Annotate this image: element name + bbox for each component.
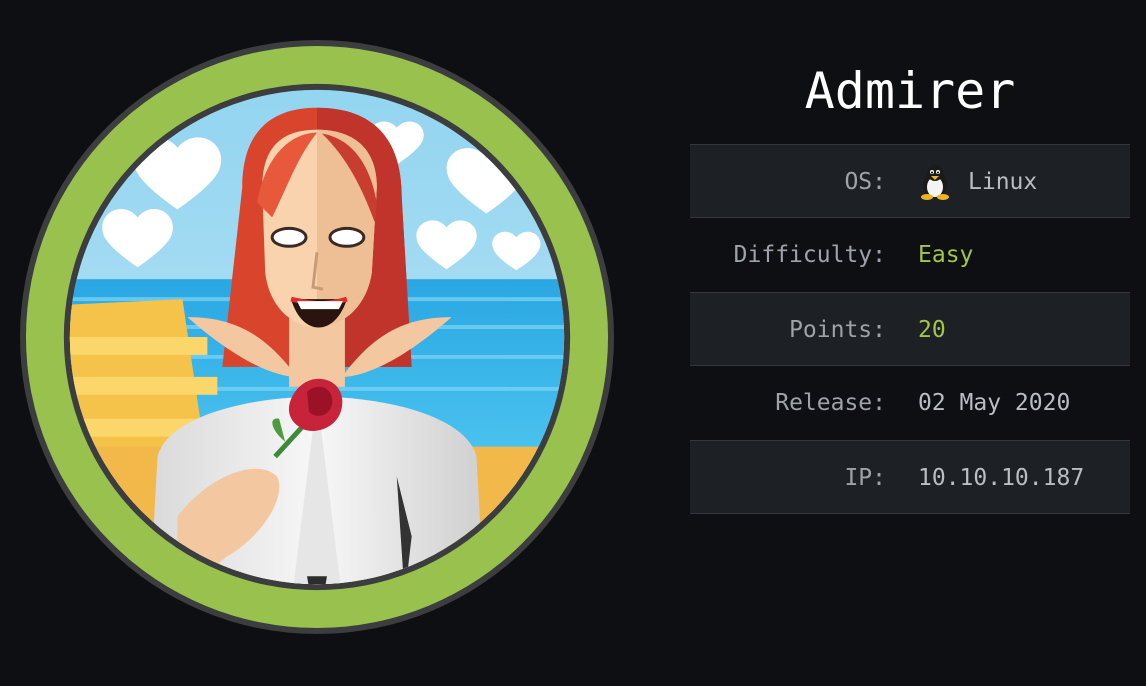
os-value: Linux [918, 145, 1037, 219]
points-label: Points: [789, 317, 886, 343]
stat-row-os: OS: Linux [690, 144, 1130, 218]
difficulty-label: Difficulty: [733, 242, 886, 268]
release-label: Release: [775, 390, 886, 416]
release-value: 02 May 2020 [918, 390, 1071, 416]
ip-value: 10.10.10.187 [918, 465, 1085, 491]
stat-row-release: Release: 02 May 2020 [690, 366, 1130, 440]
os-label: OS: [844, 169, 886, 195]
machine-stats-table: OS: Linux Difficulty: Easy Points: 20 Re… [690, 144, 1130, 514]
machine-avatar [18, 38, 616, 636]
difficulty-value: Easy [918, 242, 974, 268]
stat-row-ip: IP: 10.10.10.187 [690, 440, 1130, 514]
points-value: 20 [918, 317, 946, 343]
machine-name: Admirer [804, 62, 1016, 120]
tux-penguin-icon [918, 164, 952, 200]
os-name: Linux [968, 169, 1038, 195]
ip-label: IP: [844, 465, 886, 491]
stat-row-points: Points: 20 [690, 292, 1130, 366]
stat-row-difficulty: Difficulty: Easy [690, 218, 1130, 292]
